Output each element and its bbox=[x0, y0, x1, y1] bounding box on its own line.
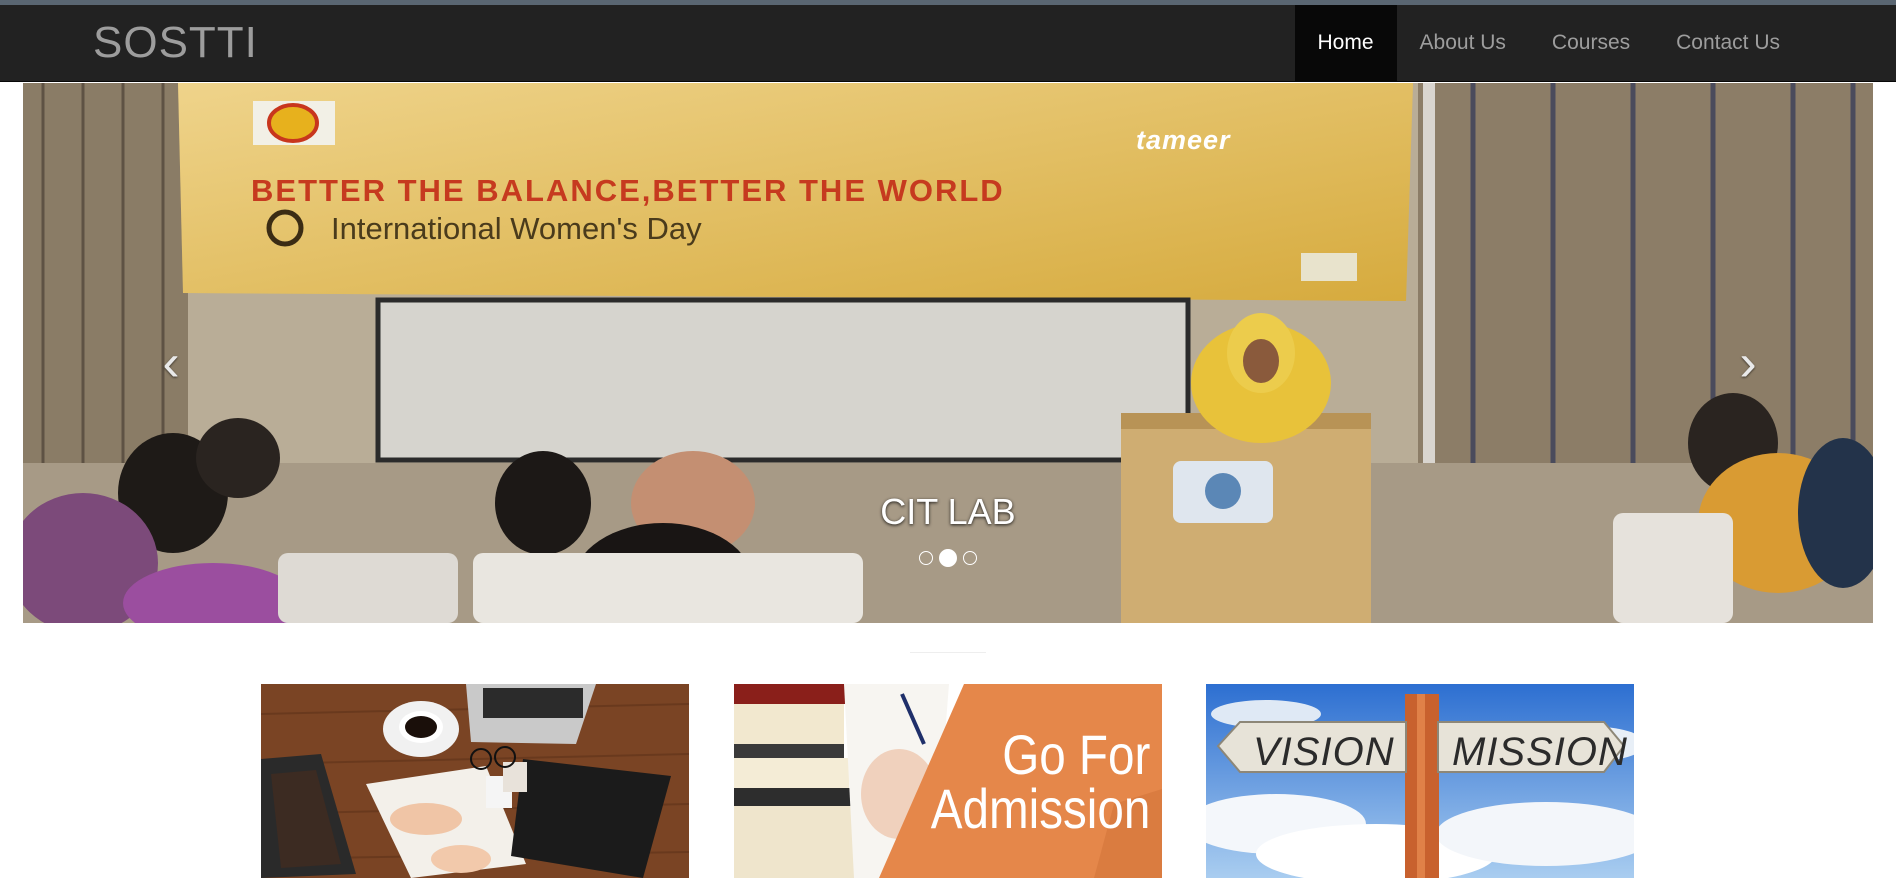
chevron-right-icon[interactable]: › bbox=[1728, 337, 1768, 389]
carousel-indicator-2[interactable] bbox=[939, 549, 957, 567]
admission-text-line1: Go For bbox=[1001, 723, 1150, 786]
carousel-slide-image bbox=[23, 83, 1873, 623]
banner-subtitle: International Women's Day bbox=[331, 211, 702, 246]
hero-carousel: BETTER THE BALANCE,BETTER THE WORLD Inte… bbox=[23, 83, 1873, 623]
carousel-indicator-3[interactable] bbox=[963, 551, 977, 565]
carousel-indicator-1[interactable] bbox=[919, 551, 933, 565]
mission-sign-text: MISSION bbox=[1452, 730, 1628, 774]
carousel-indicators bbox=[23, 549, 1873, 567]
vision-mission-illustration bbox=[1206, 684, 1634, 878]
study-desk-illustration bbox=[261, 684, 689, 878]
section-divider bbox=[910, 652, 986, 653]
vision-sign-text: VISION bbox=[1253, 730, 1395, 774]
nav-item-courses[interactable]: Courses bbox=[1529, 5, 1653, 81]
vision-mission-image[interactable]: VISION MISSION bbox=[1206, 684, 1634, 878]
slide-caption: CIT LAB bbox=[880, 491, 1016, 532]
nav-menu: Home About Us Courses Contact Us bbox=[1294, 5, 1804, 81]
nav-item-home[interactable]: Home bbox=[1294, 5, 1397, 81]
admission-text: Go For Admission bbox=[930, 723, 1150, 840]
navbar: SOSTTI Home About Us Courses Contact Us bbox=[0, 5, 1896, 82]
admission-text-line2: Admission bbox=[930, 777, 1150, 840]
banner-headline: BETTER THE BALANCE,BETTER THE WORLD bbox=[251, 173, 1005, 208]
study-desk-image[interactable] bbox=[261, 684, 689, 878]
nav-item-about-us[interactable]: About Us bbox=[1397, 5, 1529, 81]
chevron-left-icon[interactable]: ‹ bbox=[151, 337, 191, 389]
banner-sponsor-logo: tameer bbox=[1136, 125, 1231, 155]
nav-item-contact-us[interactable]: Contact Us bbox=[1653, 5, 1803, 81]
brand-logo[interactable]: SOSTTI bbox=[93, 19, 258, 67]
go-for-admission-image[interactable]: Go For Admission bbox=[734, 684, 1162, 878]
